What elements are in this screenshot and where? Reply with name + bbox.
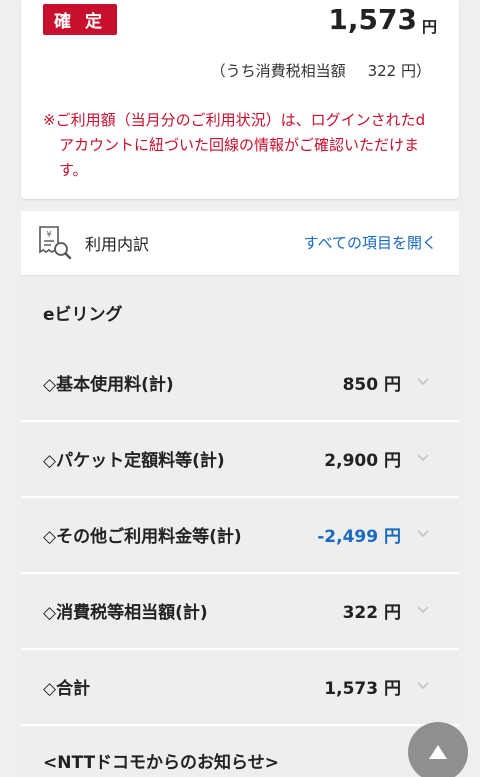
fee-row-other[interactable]: ◇その他ご利用料金等(計) -2,499 円 — [21, 498, 459, 574]
total-amount-unit: 円 — [421, 18, 437, 36]
info-row-docomo-notice[interactable]: <NTTドコモからのお知らせ> — [21, 726, 459, 777]
receipt-yen-magnifier-icon: ¥ — [39, 226, 72, 260]
expand-all-link[interactable]: すべての項目を開く — [304, 232, 437, 253]
billing-summary-card: 確 定 1,573 円 （うち消費税相当額 322 円） ※ご利用額（当月分のご… — [21, 0, 459, 199]
chevron-down-icon — [417, 378, 429, 386]
fee-row-value: 2,900 円 — [324, 451, 401, 471]
tax-note: （うち消費税相当額 322 円） — [211, 60, 431, 81]
ebilling-label: eビリング — [43, 305, 123, 325]
tax-note-value: 322 円） — [367, 62, 431, 80]
tax-note-label: （うち消費税相当額 — [210, 62, 346, 80]
fee-row-packet[interactable]: ◇パケット定額料等(計) 2,900 円 — [21, 422, 459, 498]
ebilling-section-header: eビリング — [21, 276, 459, 346]
fee-row-value: 1,573 円 — [324, 679, 401, 699]
fee-row-value: 850 円 — [342, 375, 401, 395]
breakdown-header: ¥ 利用内訳 すべての項目を開く — [21, 211, 459, 276]
chevron-down-icon — [417, 682, 429, 690]
fee-row-label: ◇消費税等相当額(計) — [43, 603, 208, 623]
svg-text:¥: ¥ — [46, 230, 51, 239]
fee-row-label: ◇パケット定額料等(計) — [43, 451, 225, 471]
scroll-to-top-button[interactable] — [408, 722, 468, 777]
usage-breakdown: ¥ 利用内訳 すべての項目を開く eビリング ◇基本使用料(計) 850 円 ◇… — [21, 211, 459, 777]
fee-row-value: -2,499 円 — [317, 527, 401, 547]
info-row-label: <NTTドコモからのお知らせ> — [43, 753, 279, 773]
breakdown-title: 利用内訳 — [85, 235, 150, 254]
chevron-down-icon — [417, 454, 429, 462]
fee-row-label: ◇合計 — [43, 679, 91, 699]
chevron-down-icon — [417, 606, 429, 614]
fee-row-label: ◇その他ご利用料金等(計) — [43, 527, 242, 547]
usage-notice: ※ご利用額（当月分のご利用状況）は、ログインされたdアカウントに紐づいた回線の情… — [43, 111, 426, 179]
fee-row-value: 322 円 — [342, 603, 401, 623]
total-amount: 1,573 — [328, 3, 417, 36]
confirmed-status-badge: 確 定 — [43, 4, 117, 35]
fee-row-total[interactable]: ◇合計 1,573 円 — [21, 650, 459, 726]
chevron-down-icon — [417, 530, 429, 538]
fee-row-tax[interactable]: ◇消費税等相当額(計) 322 円 — [21, 574, 459, 650]
fee-row-label: ◇基本使用料(計) — [43, 375, 174, 395]
fee-row-basic[interactable]: ◇基本使用料(計) 850 円 — [21, 346, 459, 422]
triangle-up-icon — [429, 745, 447, 759]
